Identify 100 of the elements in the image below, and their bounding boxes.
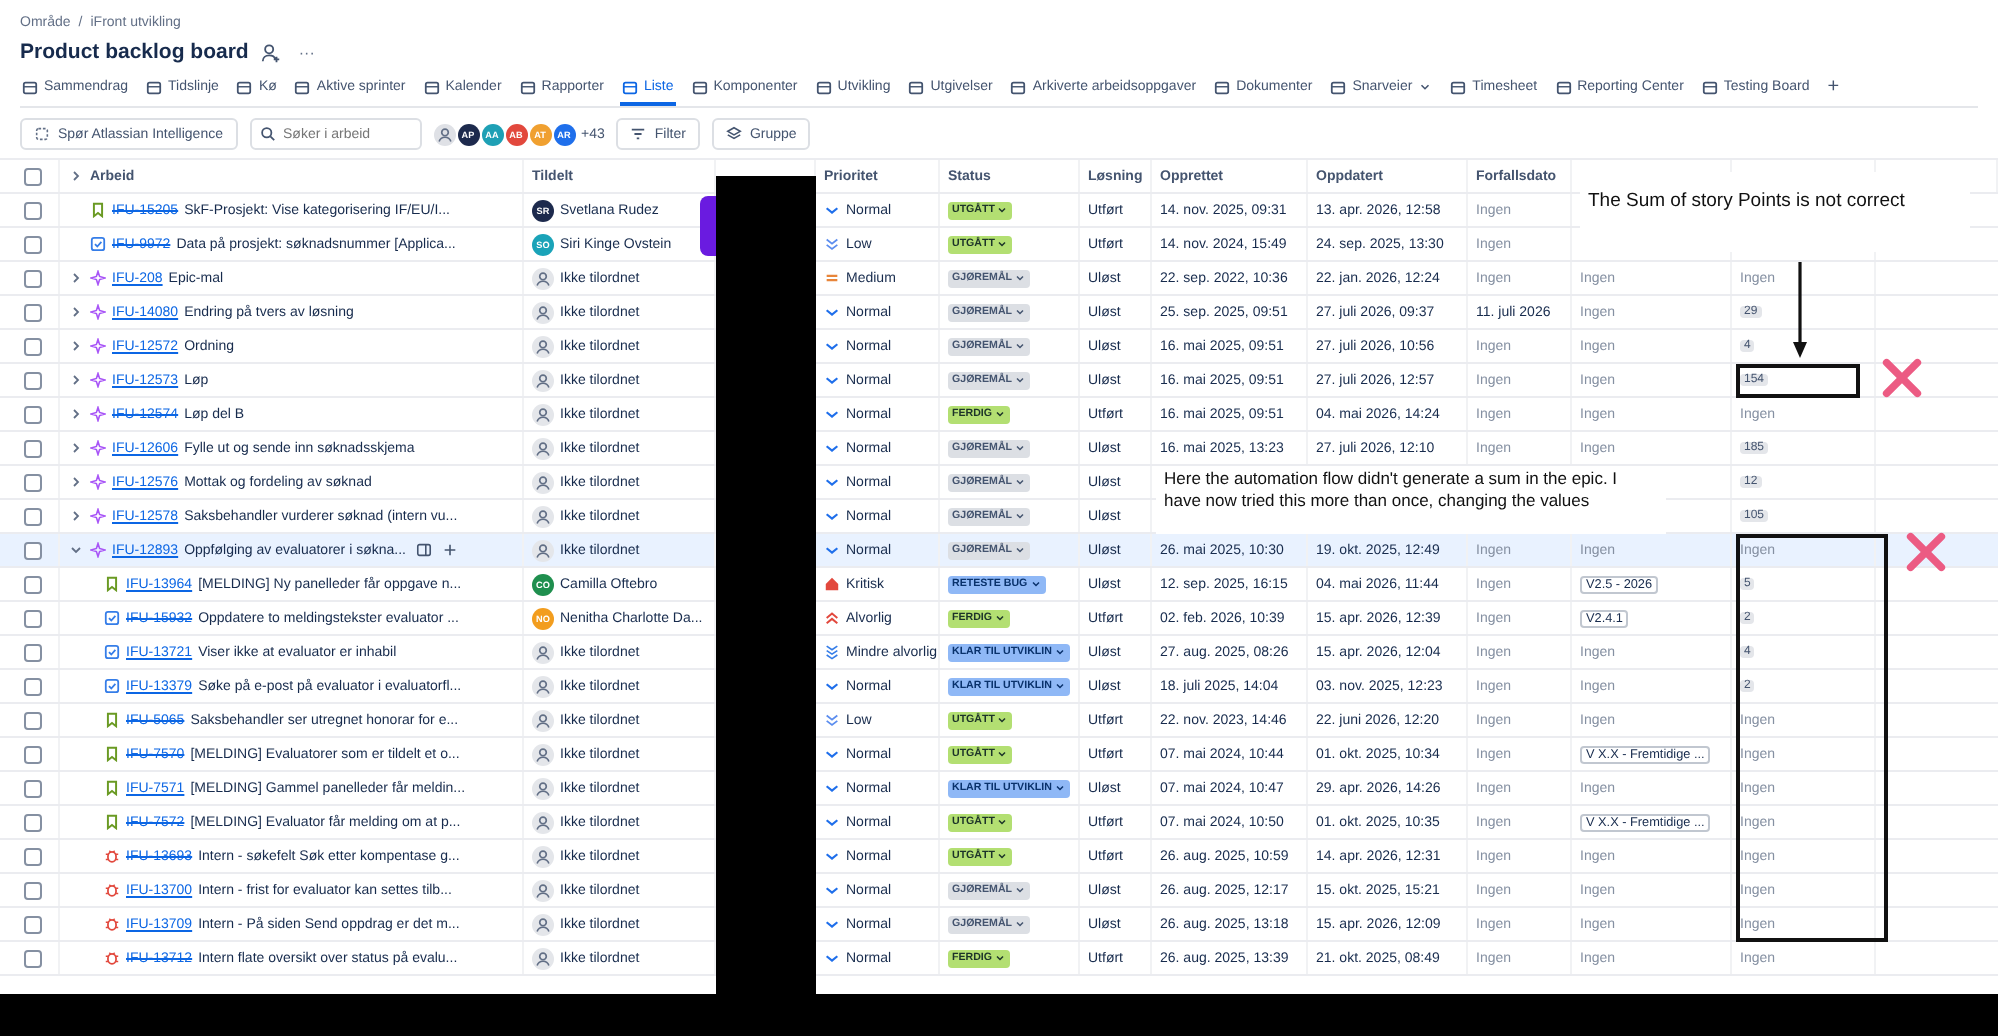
caret-icon: [1053, 646, 1066, 658]
row-checkbox[interactable]: [24, 541, 42, 559]
chevron-icon[interactable]: [68, 338, 84, 354]
row-checkbox[interactable]: [24, 371, 42, 389]
person-icon: [532, 743, 554, 765]
chevron-icon[interactable]: [68, 304, 84, 320]
bookmark-icon: [104, 746, 120, 762]
person-icon: [532, 947, 554, 969]
chevron-icon[interactable]: [68, 372, 84, 388]
row-checkbox[interactable]: [24, 915, 42, 933]
plus-icon[interactable]: [441, 542, 458, 558]
caret-icon: [1014, 442, 1027, 454]
square-icon: [236, 79, 253, 95]
person-icon[interactable]: [433, 123, 455, 145]
caret-icon: [996, 714, 1009, 726]
chevron-down-icon: [824, 440, 840, 456]
equals-icon: [824, 270, 840, 286]
row-checkbox[interactable]: [24, 201, 42, 219]
person-icon: [532, 335, 554, 357]
arrow: [1790, 262, 1810, 358]
filter-icon: [630, 126, 647, 142]
square-icon: [908, 79, 925, 95]
row-checkbox[interactable]: [24, 303, 42, 321]
row-checkbox[interactable]: [24, 337, 42, 355]
chevron-icon[interactable]: [68, 440, 84, 456]
add-tab-button[interactable]: +: [1825, 72, 1842, 106]
checkbox-icon: [104, 610, 120, 626]
cross-icon: [1904, 530, 1948, 574]
square-icon: [519, 79, 536, 95]
caret-icon: [1053, 782, 1066, 794]
row-checkbox[interactable]: [24, 575, 42, 593]
annotation-note: The Sum of story Points is not correct: [1580, 172, 1970, 252]
chevron-down-icon: [824, 780, 840, 796]
person-icon: [532, 777, 554, 799]
caret-icon: [1014, 340, 1027, 352]
row-checkbox[interactable]: [24, 235, 42, 253]
caret-icon: [994, 408, 1007, 420]
chevron-icon[interactable]: [68, 406, 84, 422]
row-checkbox[interactable]: [24, 609, 42, 627]
row-checkbox[interactable]: [24, 711, 42, 729]
more-button[interactable]: ···: [294, 43, 319, 61]
row-checkbox[interactable]: [24, 643, 42, 661]
caret-icon: [1014, 510, 1027, 522]
bug-icon: [104, 916, 120, 932]
square-icon: [294, 79, 311, 95]
bookmark-icon: [104, 780, 120, 796]
chevron-right-icon[interactable]: [68, 168, 84, 184]
chevron-down-icon: [824, 338, 840, 354]
row-checkbox[interactable]: [24, 949, 42, 967]
chevron-icon[interactable]: [68, 270, 84, 286]
caret-icon: [1418, 80, 1433, 94]
person-icon: [532, 505, 554, 527]
layers-icon: [725, 126, 742, 142]
row-checkbox[interactable]: [24, 473, 42, 491]
chevron-icon[interactable]: [68, 474, 84, 490]
annotation-note: Here the automation flow didn't generate a sum in the epic. I have now tried this more than once, changing the values: [1156, 466, 1666, 534]
row-checkbox[interactable]: [24, 779, 42, 797]
caret-icon: [1014, 918, 1027, 930]
person-icon: [532, 267, 554, 289]
chevron-down-icon: [824, 882, 840, 898]
caret-icon: [1014, 374, 1027, 386]
person-icon[interactable]: [260, 41, 283, 63]
person-icon: [532, 301, 554, 323]
person-icon: [532, 403, 554, 425]
row-checkbox[interactable]: [24, 269, 42, 287]
chevron-down-icon: [824, 814, 840, 830]
caret-icon: [996, 238, 1009, 250]
bookmark-icon: [104, 814, 120, 830]
row-checkbox[interactable]: [24, 677, 42, 695]
square-icon: [1010, 79, 1027, 95]
double-chevron-up-icon: [824, 610, 840, 626]
chevron-down-icon: [824, 542, 840, 558]
panel-icon[interactable]: [415, 542, 432, 558]
chevron-down-icon: [824, 508, 840, 524]
caret-icon: [1014, 544, 1027, 556]
square-icon: [815, 79, 832, 95]
person-icon: [532, 471, 554, 493]
board-title: Product backlog board: [20, 40, 249, 64]
chevron-icon[interactable]: [68, 542, 84, 558]
chevron-down-icon: [824, 406, 840, 422]
square-icon: [1214, 79, 1231, 95]
checkbox-icon: [90, 236, 106, 252]
select-all-checkbox[interactable]: [24, 167, 42, 185]
square-icon: [1555, 79, 1572, 95]
checkbox-icon: [104, 644, 120, 660]
row-checkbox[interactable]: [24, 745, 42, 763]
bookmark-icon: [90, 202, 106, 218]
cross-icon: [1880, 356, 1924, 400]
caret-icon: [1014, 272, 1027, 284]
row-checkbox[interactable]: [24, 881, 42, 899]
row-checkbox[interactable]: [24, 847, 42, 865]
caret-icon: [994, 612, 1007, 624]
person-icon: [532, 437, 554, 459]
row-checkbox[interactable]: [24, 813, 42, 831]
square-icon: [146, 79, 163, 95]
highlight-frame: [1736, 364, 1860, 398]
row-checkbox[interactable]: [24, 405, 42, 423]
row-checkbox[interactable]: [24, 439, 42, 457]
chevron-icon[interactable]: [68, 508, 84, 524]
row-checkbox[interactable]: [24, 507, 42, 525]
